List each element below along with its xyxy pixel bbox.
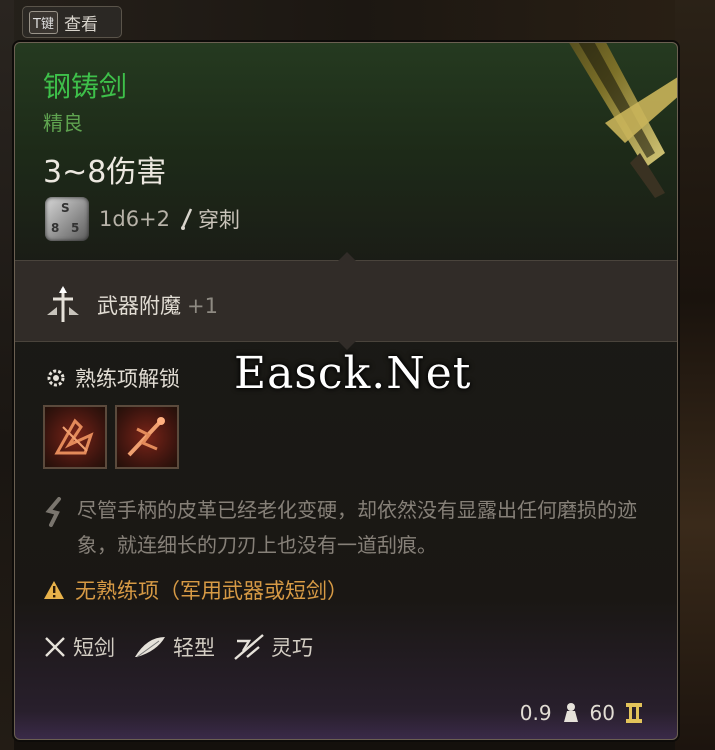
enchant-label: 武器附魔 bbox=[97, 294, 181, 318]
enchant-value: +1 bbox=[187, 294, 218, 318]
hotkey-badge: T键 bbox=[29, 10, 58, 34]
tag-light: 轻型 bbox=[133, 632, 215, 662]
item-footer: 0.9 60 bbox=[15, 683, 677, 739]
item-name: 钢铸剑 bbox=[43, 70, 128, 103]
weapon-enchant-icon bbox=[47, 286, 79, 322]
tag-label: 灵巧 bbox=[271, 636, 313, 660]
item-rarity: 精良 bbox=[43, 111, 83, 135]
weapon-tags: 短剑 轻型 灵巧 bbox=[43, 632, 321, 662]
watermark: Easck.Net bbox=[234, 348, 472, 399]
item-value: 60 bbox=[589, 701, 615, 725]
inspect-label: 查看 bbox=[63, 14, 98, 35]
skill-strike-icon[interactable] bbox=[115, 405, 179, 469]
feather-icon bbox=[135, 637, 165, 658]
item-weight: 0.9 bbox=[519, 701, 552, 725]
dice-formula: 1d6+2 bbox=[99, 207, 171, 231]
weight-icon bbox=[563, 703, 578, 722]
damage-dice-row: S 8 5 1d6+2 穿刺 bbox=[45, 197, 240, 241]
tag-finesse: 灵巧 bbox=[233, 632, 313, 662]
background-right bbox=[675, 0, 715, 750]
skill-icon-row bbox=[43, 405, 179, 469]
proficiency-heading: 熟练项解锁 bbox=[45, 363, 180, 393]
gold-icon bbox=[626, 703, 642, 723]
crossed-swords-icon bbox=[45, 637, 65, 657]
finesse-icon bbox=[234, 634, 264, 660]
inspect-hint-button[interactable]: T键 查看 bbox=[22, 6, 122, 38]
damage-type: 穿刺 bbox=[198, 208, 241, 232]
background-left bbox=[0, 0, 14, 750]
warning-icon bbox=[44, 581, 64, 599]
tag-label: 轻型 bbox=[173, 636, 215, 660]
flavor-text-block: 尽管手柄的皮革已经老化变硬，却依然没有显露出任何磨损的迹象，就连细长的刀刃上也没… bbox=[45, 493, 655, 563]
skill-slash-icon[interactable] bbox=[43, 405, 107, 469]
quill-icon bbox=[45, 497, 61, 527]
dice-icon: S 8 5 bbox=[45, 197, 89, 241]
tag-short-sword: 短剑 bbox=[43, 632, 115, 662]
tag-label: 短剑 bbox=[73, 636, 115, 660]
flavor-text: 尽管手柄的皮革已经老化变硬，却依然没有显露出任何磨损的迹象，就连细长的刀刃上也没… bbox=[77, 498, 637, 557]
item-tooltip: 钢铸剑 精良 3~8伤害 S 8 5 1d6+2 穿刺 武器附魔 +1 熟练项解… bbox=[14, 42, 678, 740]
sword-art-icon bbox=[569, 43, 677, 198]
proficiency-warning: 无熟练项（军用武器或短剑） bbox=[43, 575, 348, 605]
proficiency-heading-text: 熟练项解锁 bbox=[75, 367, 180, 391]
damage-range: 3~8伤害 bbox=[43, 155, 167, 190]
piercing-icon bbox=[181, 208, 193, 230]
gear-icon bbox=[47, 369, 65, 387]
warning-text: 无熟练项（军用武器或短剑） bbox=[75, 579, 348, 603]
enchantment-band: 武器附魔 +1 bbox=[15, 252, 677, 350]
